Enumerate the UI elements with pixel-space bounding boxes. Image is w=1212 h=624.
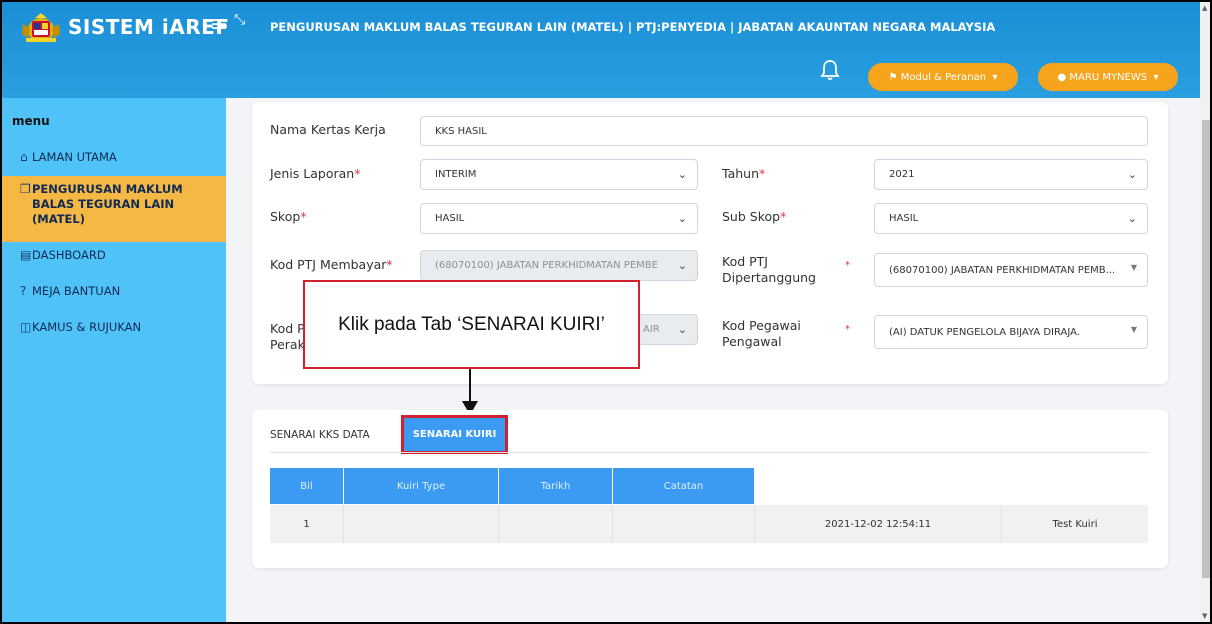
caret-down-icon: ▾ [1147, 71, 1159, 83]
sidebar-item-pengurusan-matel[interactable]: ❐ PENGURUSAN MAKLUM BALAS TEGURAN LAIN (… [2, 176, 226, 242]
dashboard-icon: ▤ [20, 248, 32, 262]
sidebar-item-dashboard[interactable]: ▤ DASHBOARD [2, 248, 226, 263]
sidebar-item-label: KAMUS & RUJUKAN [32, 320, 142, 334]
column-header-tarikh[interactable]: Tarikh [499, 468, 613, 504]
sidebar-item-label: DASHBOARD [32, 248, 106, 262]
cell-timestamp: 2021-12-02 12:54:11 [755, 505, 1002, 543]
jenis-laporan-select[interactable]: INTERIM ⌄ [420, 159, 698, 190]
kod-ptj-membayar-label: Kod PTJ Membayar* [270, 257, 393, 272]
user-menu-button[interactable]: ● MARU MYNEWS ▾ [1038, 63, 1178, 91]
sidebar-item-meja-bantuan[interactable]: ? MEJA BANTUAN [2, 284, 226, 299]
jenis-laporan-label: Jenis Laporan* [270, 166, 361, 181]
book-icon: ◫ [20, 320, 32, 334]
brand-name: SISTEM iAREF [68, 15, 230, 39]
kod-pegawai-perakuan-label: Kod P Perak [270, 321, 305, 352]
skop-select[interactable]: HASIL ⌄ [420, 203, 698, 234]
instruction-callout: Klik pada Tab ‘SENARAI KUIRI’ [303, 280, 640, 369]
bell-icon[interactable] [818, 58, 842, 82]
home-icon: ⌂ [20, 150, 28, 164]
cell-kuiri-type [344, 505, 499, 543]
sidebar-item-laman-utama[interactable]: ⌂ LAMAN UTAMA [2, 150, 226, 165]
chevron-down-icon: ⌄ [677, 259, 687, 272]
chevron-down-icon: ⌄ [677, 212, 687, 225]
page-title: PENGURUSAN MAKLUM BALAS TEGURAN LAIN (MA… [270, 20, 996, 34]
sidebar-heading: menu [12, 114, 50, 128]
chevron-down-icon: ⌄ [1127, 168, 1137, 181]
sub-skop-label: Sub Skop* [722, 209, 787, 224]
chevron-down-icon: ⌄ [677, 323, 687, 336]
kod-ptj-dipertanggung-value: (68070100) JABATAN PERKHIDMATAN PEMB... [889, 264, 1116, 276]
cell-bil: 1 [270, 505, 344, 543]
sidebar: menu ⌂ LAMAN UTAMA ❐ PENGURUSAN MAKLUM B… [2, 98, 226, 622]
modul-peranan-label: Modul & Peranan [900, 71, 986, 83]
required-mark: * [845, 260, 850, 271]
callout-arrow-line [469, 369, 471, 403]
tahun-select[interactable]: 2021 ⌄ [874, 159, 1148, 190]
kod-ptj-membayar-select: (68070100) JABATAN PERKHIDMATAN PEMBE ⌄ [420, 250, 698, 281]
required-mark: * [845, 324, 850, 335]
scroll-down-arrow-icon[interactable]: ▼ [1202, 612, 1207, 620]
skop-value: HASIL [435, 213, 465, 224]
cell-note: Test Kuiri [1052, 518, 1098, 530]
nama-kertas-kerja-label: Nama Kertas Kerja [270, 122, 386, 137]
column-header-kuiri-type[interactable]: Kuiri Type [344, 468, 499, 504]
kod-pegawai-pengawal-label: Kod Pegawai Pengawal [722, 318, 801, 349]
nama-kertas-kerja-input[interactable]: KKS HASIL [420, 116, 1148, 146]
sidebar-item-kamus-rujukan[interactable]: ◫ KAMUS & RUJUKAN [2, 320, 226, 335]
flag-icon: ⚑ [888, 71, 901, 83]
tahun-value: 2021 [889, 169, 915, 180]
kod-ptj-dipertanggung-select[interactable]: (68070100) JABATAN PERKHIDMATAN PEMB... … [874, 253, 1148, 287]
cell-tarikh [499, 505, 613, 543]
scrollbar-thumb[interactable] [1202, 120, 1210, 578]
column-header-catatan[interactable]: Catatan [613, 468, 755, 504]
top-header: SISTEM iAREF ≡ ⤡ PENGURUSAN MAKLUM BALAS… [2, 2, 1200, 98]
modul-peranan-button[interactable]: ⚑ Modul & Peranan ▾ [868, 63, 1018, 91]
kod-ptj-membayar-value: (68070100) JABATAN PERKHIDMATAN PEMBE [435, 260, 658, 271]
chevron-down-icon: ⌄ [677, 168, 687, 181]
sidebar-item-label: PENGURUSAN MAKLUM BALAS TEGURAN LAIN (MA… [32, 182, 183, 226]
cell-catatan [613, 505, 755, 543]
column-header-bil[interactable]: Bil [270, 468, 344, 504]
kod-pegawai-perakuan-value: AIR [643, 324, 660, 335]
sidebar-item-label: LAMAN UTAMA [32, 150, 117, 164]
jenis-laporan-value: INTERIM [435, 169, 477, 180]
chevron-down-icon: ⌄ [1127, 212, 1137, 225]
skop-label: Skop* [270, 209, 307, 224]
sidebar-item-label: MEJA BANTUAN [32, 284, 121, 298]
nama-kertas-kerja-value: KKS HASIL [435, 125, 487, 137]
sub-skop-select[interactable]: HASIL ⌄ [874, 203, 1148, 234]
fullscreen-icon[interactable]: ⤡ [234, 12, 245, 28]
app-window: SISTEM iAREF ≡ ⤡ PENGURUSAN MAKLUM BALAS… [0, 0, 1212, 624]
user-icon: ● [1057, 71, 1070, 83]
kod-ptj-dipertanggung-label: Kod PTJ Dipertanggung [722, 254, 816, 285]
kod-pegawai-pengawal-value: (AI) DATUK PENGELOLA BIJAYA DIRAJA. [889, 326, 1080, 338]
tab-senarai-kuiri[interactable]: SENARAI KUIRI [401, 415, 508, 454]
copy-icon: ❐ [20, 182, 31, 196]
tahun-label: Tahun* [722, 166, 766, 181]
tab-divider [270, 452, 1148, 453]
hamburger-menu-icon[interactable]: ≡ [210, 13, 228, 37]
tab-senarai-kks-data[interactable]: SENARAI KKS DATA [270, 429, 370, 441]
help-icon: ? [20, 284, 27, 298]
caret-down-icon: ▼ [1130, 325, 1137, 334]
caret-down-icon: ▼ [1130, 263, 1137, 272]
caret-down-icon: ▾ [986, 71, 998, 83]
sub-skop-value: HASIL [889, 213, 919, 224]
kod-pegawai-pengawal-select[interactable]: (AI) DATUK PENGELOLA BIJAYA DIRAJA. ▼ [874, 315, 1148, 349]
scroll-up-arrow-icon[interactable]: ▲ [1202, 4, 1207, 12]
user-name-label: MARU MYNEWS [1069, 71, 1148, 83]
coat-of-arms-logo [22, 13, 60, 42]
